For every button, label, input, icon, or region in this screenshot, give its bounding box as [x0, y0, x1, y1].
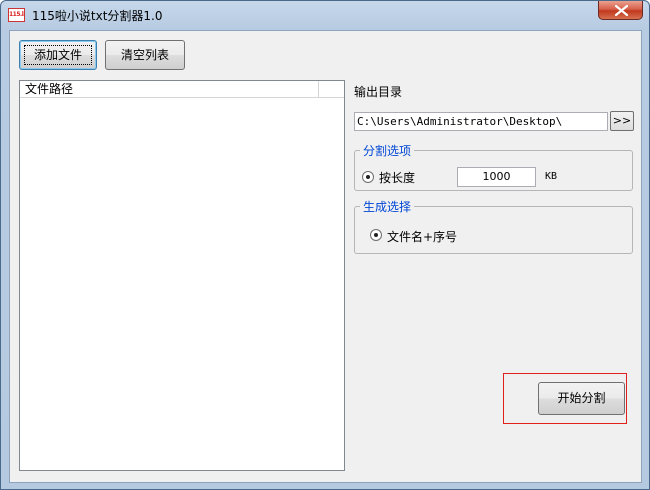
add-file-button[interactable]: 添加文件	[19, 40, 97, 70]
focus-ring	[24, 45, 92, 65]
column-header-extra[interactable]	[320, 81, 344, 97]
filename-seq-radio[interactable]	[370, 229, 382, 241]
length-unit-label: KB	[545, 171, 558, 182]
column-header-file-path[interactable]: 文件路径	[20, 81, 319, 97]
split-options-title: 分割选项	[360, 142, 415, 159]
filename-seq-label[interactable]: 文件名+序号	[387, 228, 457, 245]
close-button[interactable]	[598, 1, 643, 20]
client-area: 添加文件 清空列表 文件路径 输出目录 C:\Users\Administrat…	[9, 30, 642, 483]
length-input[interactable]: 1000	[457, 167, 536, 187]
by-length-label[interactable]: 按长度	[379, 169, 415, 186]
start-split-button[interactable]: 开始分割	[538, 382, 625, 415]
clear-list-button[interactable]: 清空列表	[105, 40, 185, 70]
app-window: 115.la 115啦小说txt分割器1.0 添加文件 清空列表 文件路径 输出…	[0, 0, 650, 490]
browse-button[interactable]: >>	[610, 111, 634, 131]
output-path-field[interactable]: C:\Users\Administrator\Desktop\	[354, 112, 608, 131]
clear-list-label: 清空列表	[120, 48, 169, 62]
by-length-radio[interactable]	[362, 171, 374, 183]
radio-selected-dot	[366, 175, 370, 179]
close-icon	[615, 5, 628, 16]
generate-options-title: 生成选择	[360, 198, 415, 215]
window-title: 115啦小说txt分割器1.0	[32, 9, 163, 23]
file-list[interactable]: 文件路径	[19, 80, 345, 471]
app-logo-icon: 115.la	[8, 8, 25, 22]
start-split-label: 开始分割	[557, 391, 606, 405]
title-bar[interactable]: 115.la 115啦小说txt分割器1.0	[1, 1, 649, 29]
output-dir-label: 输出目录	[354, 85, 403, 99]
radio-selected-dot	[374, 233, 378, 237]
file-list-header: 文件路径	[20, 81, 344, 98]
